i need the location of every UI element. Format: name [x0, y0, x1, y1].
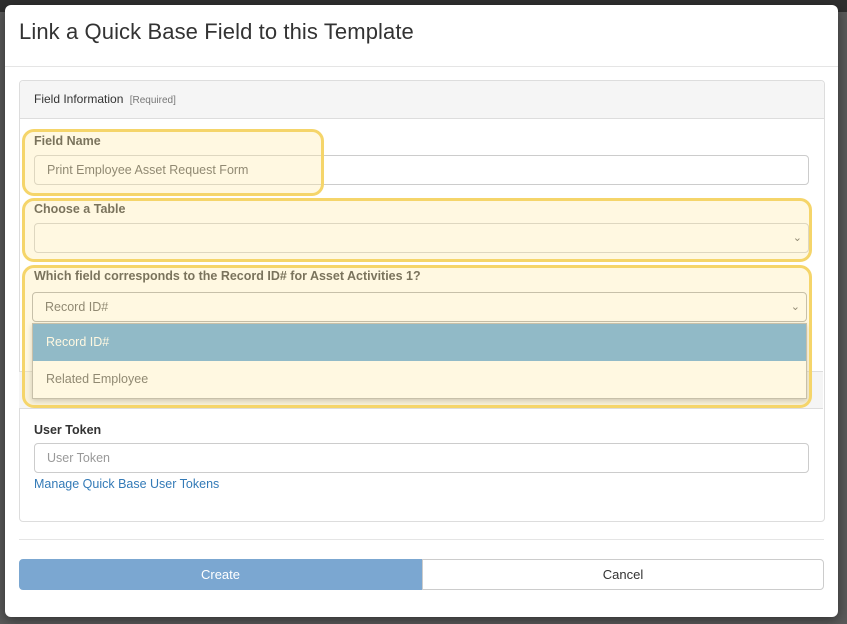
create-button[interactable]: Create — [19, 559, 422, 590]
field-name-label: Field Name — [34, 134, 101, 148]
footer-divider — [19, 539, 824, 540]
field-name-input[interactable]: Print Employee Asset Request Form — [34, 155, 809, 185]
panel-heading-title: Field Information — [34, 92, 124, 106]
dialog-title: Link a Quick Base Field to this Template — [19, 19, 414, 44]
choose-table-label: Choose a Table — [34, 202, 126, 216]
record-field-value: Record ID# — [45, 300, 109, 314]
manage-user-tokens-link[interactable]: Manage Quick Base User Tokens — [34, 477, 219, 491]
required-note: [Required] — [129, 95, 176, 106]
dropdown-option-record-id[interactable]: Record ID# — [33, 324, 806, 361]
cancel-button[interactable]: Cancel — [422, 559, 824, 590]
record-field-select[interactable]: Record ID# ⌄ — [32, 292, 807, 322]
record-field-label: Which field corresponds to the Record ID… — [34, 269, 421, 283]
record-field-dropdown-list: Record ID# Related Employee — [32, 323, 807, 399]
chevron-down-icon: ⌄ — [790, 301, 800, 313]
choose-table-select[interactable]: ⌄ — [34, 223, 809, 253]
header-divider — [5, 66, 838, 67]
panel-heading: Field Information [Required] — [20, 81, 824, 119]
user-token-label: User Token — [34, 423, 102, 437]
chevron-down-icon: ⌄ — [792, 232, 802, 244]
link-field-dialog: Link a Quick Base Field to this Template… — [5, 5, 838, 617]
dropdown-option-related-employee[interactable]: Related Employee — [33, 361, 806, 398]
user-token-input[interactable]: User Token — [34, 443, 809, 473]
